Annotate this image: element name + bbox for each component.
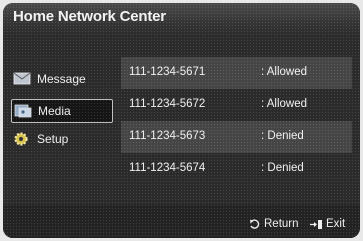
list-item[interactable]: 111-1234-5672 : Allowed: [121, 89, 352, 121]
sidebar-item-media[interactable]: Media: [11, 99, 113, 123]
return-icon: [250, 218, 260, 229]
title-bar: Home Network Center: [3, 3, 360, 37]
device-list: 111-1234-5671 : Allowed 111-1234-5672 : …: [121, 47, 352, 193]
exit-icon: [310, 219, 322, 229]
list-item[interactable]: 111-1234-5673 : Denied: [121, 121, 352, 153]
envelope-icon: [13, 71, 33, 87]
media-icon: [14, 103, 34, 119]
tv-screen: Home Network Center Message Media Setup …: [0, 0, 363, 241]
device-number: 111-1234-5671: [129, 66, 206, 78]
device-status: : Allowed: [261, 66, 308, 78]
sidebar-item-label: Message: [37, 72, 86, 86]
sidebar-item-setup[interactable]: Setup: [11, 127, 118, 151]
home-network-center-panel: Home Network Center Message Media Setup …: [3, 3, 360, 238]
footer: Return Exit: [3, 205, 360, 238]
panel-body: Message Media Setup 111-1234-5671: Allo…: [3, 37, 360, 205]
device-status: : Denied: [261, 162, 304, 174]
return-button[interactable]: Return: [249, 218, 299, 230]
exit-label: Exit: [326, 218, 346, 230]
sidebar-item-label: Media: [38, 104, 71, 118]
device-number: 111-1234-5672: [129, 98, 206, 110]
device-status: : Allowed: [261, 98, 308, 110]
device-number: 111-1234-5674: [129, 162, 206, 174]
sidebar: Message Media Setup: [3, 37, 118, 205]
list-item[interactable]: 111-1234-5674 : Denied: [121, 153, 352, 185]
sidebar-item-label: Setup: [37, 132, 69, 146]
sidebar-item-message[interactable]: Message: [11, 67, 118, 91]
device-status: : Denied: [261, 130, 304, 142]
device-number: 111-1234-5673: [129, 130, 206, 142]
gear-icon: [13, 131, 33, 147]
list-item[interactable]: 111-1234-5671 : Allowed: [121, 57, 352, 89]
return-label: Return: [264, 218, 299, 230]
page-title: Home Network Center: [13, 8, 166, 25]
exit-button[interactable]: Exit: [309, 218, 345, 230]
